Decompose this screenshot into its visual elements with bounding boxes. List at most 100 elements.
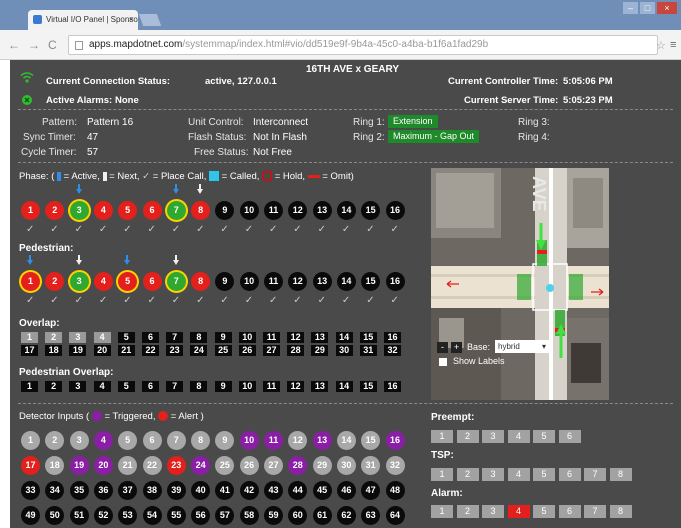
new-tab-button[interactable] [138, 14, 162, 26]
ped-overlap-3[interactable]: 3 [69, 381, 87, 392]
close-button[interactable]: × [657, 2, 677, 14]
detector-15[interactable]: 15 [361, 431, 381, 450]
detector-30[interactable]: 30 [336, 456, 356, 475]
detector-35[interactable]: 35 [69, 481, 89, 500]
tsp-8[interactable]: 8 [609, 468, 632, 481]
ped-phase-check-icon[interactable]: ✓ [366, 295, 374, 306]
overlap-12[interactable]: 12 [287, 332, 305, 343]
detector-49[interactable]: 49 [21, 506, 40, 525]
browser-tab[interactable]: Virtual I/O Panel | Sponso... × [28, 10, 138, 30]
ped-overlap-15[interactable]: 15 [359, 381, 377, 392]
ped-phase-check-icon[interactable]: ✓ [26, 295, 34, 306]
detector-50[interactable]: 50 [45, 506, 65, 525]
detector-25[interactable]: 25 [215, 456, 235, 475]
overlap-31[interactable]: 31 [359, 345, 377, 356]
ped-phase-check-icon[interactable]: ✓ [269, 295, 277, 306]
detector-12[interactable]: 12 [288, 431, 308, 450]
alarm-6[interactable]: 6 [558, 505, 581, 518]
ped-phase-check-icon[interactable]: ✓ [245, 295, 253, 306]
overlap-2[interactable]: 2 [45, 332, 63, 343]
phase-check-icon[interactable]: ✓ [99, 224, 107, 235]
alarm-1[interactable]: 1 [431, 505, 453, 518]
phase-check-icon[interactable]: ✓ [75, 224, 83, 235]
overlap-22[interactable]: 22 [142, 345, 159, 356]
alarm-5[interactable]: 5 [533, 505, 555, 518]
ped-phase-check-icon[interactable]: ✓ [50, 295, 58, 306]
ped-phase-7[interactable]: 7 [166, 272, 186, 291]
ped-phase-2[interactable]: 2 [45, 272, 65, 291]
ped-phase-15[interactable]: 15 [361, 272, 381, 291]
ped-phase-9[interactable]: 9 [215, 272, 235, 291]
detector-58[interactable]: 58 [239, 506, 259, 525]
detector-61[interactable]: 61 [312, 506, 332, 525]
overlap-7[interactable]: 7 [166, 332, 184, 343]
ped-overlap-13[interactable]: 13 [311, 381, 329, 392]
detector-21[interactable]: 21 [118, 456, 138, 475]
overlap-28[interactable]: 28 [287, 345, 305, 356]
ped-overlap-5[interactable]: 5 [117, 381, 135, 392]
ped-overlap-9[interactable]: 9 [214, 381, 232, 392]
detector-60[interactable]: 60 [288, 506, 308, 525]
detector-54[interactable]: 54 [142, 506, 162, 525]
detector-22[interactable]: 22 [142, 456, 162, 475]
detector-42[interactable]: 42 [239, 481, 259, 500]
detector-9[interactable]: 9 [215, 431, 235, 450]
zoom-in-button[interactable]: + [451, 342, 462, 353]
overlap-20[interactable]: 20 [93, 345, 111, 356]
minimize-button[interactable]: – [623, 2, 638, 14]
phase-12[interactable]: 12 [288, 201, 308, 220]
ped-phase-check-icon[interactable]: ✓ [75, 295, 83, 306]
detector-37[interactable]: 37 [118, 481, 138, 500]
ped-overlap-8[interactable]: 8 [190, 381, 208, 392]
preempt-2[interactable]: 2 [456, 430, 479, 443]
alarm-3[interactable]: 3 [482, 505, 504, 518]
ped-phase-check-icon[interactable]: ✓ [342, 295, 350, 306]
phase-14[interactable]: 14 [336, 201, 356, 220]
back-button[interactable]: ← [8, 38, 20, 52]
phase-check-icon[interactable]: ✓ [172, 224, 180, 235]
overlap-32[interactable]: 32 [384, 345, 401, 356]
phase-2[interactable]: 2 [45, 201, 65, 220]
overlap-25[interactable]: 25 [214, 345, 232, 356]
detector-16[interactable]: 16 [385, 431, 405, 450]
detector-56[interactable]: 56 [191, 506, 211, 525]
phase-check-icon[interactable]: ✓ [342, 224, 350, 235]
ped-overlap-14[interactable]: 14 [335, 381, 353, 392]
ped-phase-check-icon[interactable]: ✓ [293, 295, 301, 306]
ped-overlap-2[interactable]: 2 [45, 381, 63, 392]
ped-phase-1[interactable]: 1 [21, 272, 40, 291]
phase-8[interactable]: 8 [191, 201, 211, 220]
ped-phase-13[interactable]: 13 [312, 272, 332, 291]
phase-check-icon[interactable]: ✓ [391, 224, 399, 235]
tsp-7[interactable]: 7 [584, 468, 606, 481]
preempt-4[interactable]: 4 [507, 430, 530, 443]
detector-53[interactable]: 53 [118, 506, 138, 525]
tsp-6[interactable]: 6 [558, 468, 581, 481]
detector-51[interactable]: 51 [69, 506, 89, 525]
ped-overlap-10[interactable]: 10 [238, 381, 256, 392]
overlap-15[interactable]: 15 [359, 332, 377, 343]
detector-7[interactable]: 7 [166, 431, 186, 450]
phase-check-icon[interactable]: ✓ [269, 224, 277, 235]
tab-close-icon[interactable]: × [129, 14, 134, 24]
alarm-2[interactable]: 2 [456, 505, 479, 518]
phase-check-icon[interactable]: ✓ [293, 224, 301, 235]
detector-63[interactable]: 63 [361, 506, 381, 525]
ped-overlap-16[interactable]: 16 [384, 381, 401, 392]
detector-8[interactable]: 8 [191, 431, 211, 450]
tsp-4[interactable]: 4 [507, 468, 530, 481]
overlap-16[interactable]: 16 [384, 332, 401, 343]
ped-phase-check-icon[interactable]: ✓ [196, 295, 204, 306]
detector-34[interactable]: 34 [45, 481, 65, 500]
ped-overlap-11[interactable]: 11 [263, 381, 280, 392]
detector-44[interactable]: 44 [288, 481, 308, 500]
preempt-1[interactable]: 1 [431, 430, 453, 443]
show-labels-checkbox[interactable] [439, 358, 447, 366]
ped-phase-check-icon[interactable]: ✓ [99, 295, 107, 306]
detector-29[interactable]: 29 [312, 456, 332, 475]
phase-check-icon[interactable]: ✓ [366, 224, 374, 235]
overlap-26[interactable]: 26 [238, 345, 256, 356]
preempt-6[interactable]: 6 [558, 430, 581, 443]
phase-check-icon[interactable]: ✓ [245, 224, 253, 235]
detector-38[interactable]: 38 [142, 481, 162, 500]
